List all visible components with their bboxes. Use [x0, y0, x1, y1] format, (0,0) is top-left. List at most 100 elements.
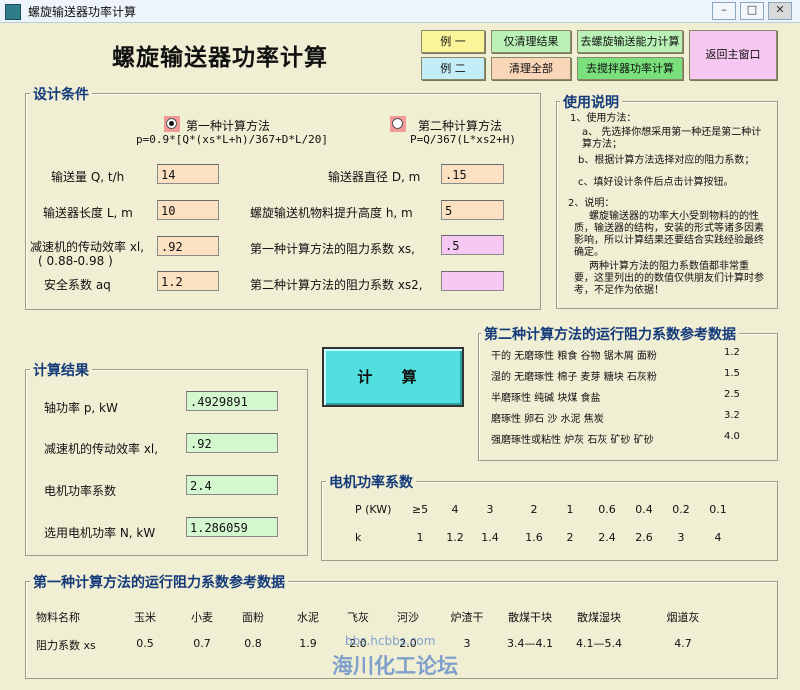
- safety-factor-input[interactable]: 1.2: [157, 271, 219, 291]
- throughput-label: 输送量 Q, t/h: [51, 170, 125, 184]
- help-legend: 使用说明: [560, 92, 622, 112]
- result-efficiency-label: 减速机的传动效率 xl,: [44, 442, 159, 456]
- safety-factor-label: 安全系数 aq: [44, 278, 111, 292]
- method1-formula: p=0.9*[Q*(xs*L+h)/367+D*L/20]: [136, 133, 329, 146]
- xs-header: 阻力系数 xs: [36, 639, 96, 652]
- material-name: 散煤干块: [508, 611, 552, 624]
- reducer-efficiency-input[interactable]: .92: [157, 236, 219, 256]
- window-title: 螺旋输送器功率计算: [28, 5, 137, 19]
- minimize-button[interactable]: –: [712, 2, 736, 20]
- ref2-row-value: 4.0: [724, 431, 740, 442]
- help-line-2: a、 先选择你想采用第一种还是第二种计算方法；: [582, 127, 762, 150]
- clear-results-button[interactable]: 仅清理结果: [491, 30, 571, 53]
- example-two-button[interactable]: 例 二: [421, 57, 485, 80]
- method1-label[interactable]: 第一种计算方法: [186, 117, 270, 134]
- ref2-row-text: 干的 无磨琢性 粮食 谷物 锯木屑 面粉: [491, 351, 657, 362]
- window-titlebar: 螺旋输送器功率计算 – □ ✕: [0, 0, 800, 23]
- p-value: 3: [486, 503, 494, 516]
- shaft-power-output: .4929891: [186, 391, 278, 411]
- method2-label[interactable]: 第二种计算方法: [418, 117, 502, 134]
- clear-all-button[interactable]: 清理全部: [491, 57, 571, 80]
- p-value: 0.4: [635, 503, 653, 516]
- motor-power-label: 选用电机功率 N, kW: [44, 526, 156, 540]
- method1-radio-highlight: [164, 116, 180, 132]
- material-name: 烟道灰: [666, 611, 700, 624]
- lift-height-input[interactable]: 5: [441, 200, 504, 220]
- material-name: 水泥: [297, 611, 319, 624]
- motor-power-output: 1.286059: [186, 517, 278, 537]
- k-value: 1.2: [446, 531, 464, 544]
- diameter-input[interactable]: .15: [441, 164, 504, 184]
- close-button[interactable]: ✕: [768, 2, 792, 20]
- maximize-button[interactable]: □: [740, 2, 764, 20]
- ref2-row-text: 湿的 无磨琢性 棉子 麦芽 糖块 石灰粉: [491, 372, 657, 383]
- xs-value: 0.8: [244, 637, 262, 650]
- results-legend: 计算结果: [30, 360, 92, 380]
- xs-input[interactable]: .5: [441, 235, 504, 255]
- method2-radio[interactable]: [392, 118, 403, 129]
- ref2-row-text: 强磨琢性或粘性 炉灰 石灰 矿砂 矿砂: [491, 435, 654, 446]
- p-value: 2: [530, 503, 538, 516]
- ref2-row-text: 磨琢性 卵石 沙 水泥 焦炭: [491, 414, 604, 425]
- motor-factor-output: 2.4: [186, 475, 278, 495]
- ref2-row-value: 3.2: [724, 410, 740, 421]
- length-label: 输送器长度 L, m: [43, 206, 133, 220]
- xs2-label: 第二种计算方法的阻力系数 xs2,: [250, 278, 423, 292]
- p-header: P (KW): [355, 503, 392, 516]
- back-main-button[interactable]: 返回主窗口: [689, 30, 777, 80]
- method2-formula: P=Q/367(L*xs2+H): [410, 133, 516, 146]
- ref2-row-value: 1.5: [724, 368, 740, 379]
- watermark-url: bbs.hcbbs.com: [345, 634, 436, 648]
- length-input[interactable]: 10: [157, 200, 219, 220]
- p-value: 1: [566, 503, 574, 516]
- help-line-7: 两种计算方法的阻力系数值都非常重要，这里列出的的数值仅供朋友们计算时参考，不足作…: [574, 261, 764, 296]
- material-name: 飞灰: [347, 611, 369, 624]
- k-value: 1.4: [481, 531, 499, 544]
- k-value: 1: [416, 531, 424, 544]
- material-name: 玉米: [134, 611, 156, 624]
- method1-radio[interactable]: [166, 118, 177, 129]
- example-one-button[interactable]: 例 一: [421, 30, 485, 53]
- ref1-legend: 第一种计算方法的运行阻力系数参考数据: [30, 572, 288, 592]
- xs-label: 第一种计算方法的阻力系数 xs,: [250, 242, 415, 256]
- xs-value: 0.7: [193, 637, 211, 650]
- k-value: 3: [677, 531, 685, 544]
- design-conditions-legend: 设计条件: [30, 84, 92, 104]
- calculate-button[interactable]: 计 算: [322, 347, 464, 407]
- material-name: 散煤湿块: [577, 611, 621, 624]
- motor-factor-label: 电机功率系数: [44, 484, 117, 498]
- shaft-power-label: 轴功率 p, kW: [44, 401, 118, 415]
- diameter-label: 输送器直径 D, m: [328, 170, 421, 184]
- xs-value: 4.1—5.4: [576, 637, 622, 650]
- xs-value: 0.5: [136, 637, 154, 650]
- p-value: 4: [451, 503, 459, 516]
- method2-radio-highlight: [390, 116, 406, 132]
- xs-value: 3.4—4.1: [507, 637, 553, 650]
- xs-value: 3: [463, 637, 471, 650]
- xs-value: 4.7: [674, 637, 692, 650]
- material-name: 面粉: [242, 611, 264, 624]
- p-value: 0.1: [709, 503, 727, 516]
- watermark-name: 海川化工论坛: [332, 654, 458, 678]
- help-line-1: 1、使用方法：: [570, 113, 637, 124]
- k-header: k: [355, 531, 362, 544]
- motor-factor-legend: 电机功率系数: [326, 472, 416, 492]
- k-value: 2.6: [635, 531, 653, 544]
- reducer-efficiency-range: ( 0.88-0.98 ): [38, 254, 113, 268]
- lift-height-label: 螺旋输送机物料提升高度 h, m: [250, 206, 413, 220]
- result-efficiency-output: .92: [186, 433, 278, 453]
- goto-capacity-button[interactable]: 去螺旋输送能力计算: [577, 30, 683, 53]
- p-value: ≥5: [411, 503, 429, 516]
- k-value: 2: [566, 531, 574, 544]
- xs2-input[interactable]: [441, 271, 504, 291]
- throughput-input[interactable]: 14: [157, 164, 219, 184]
- k-value: 4: [714, 531, 722, 544]
- app-icon: [5, 4, 21, 20]
- ref2-legend: 第二种计算方法的运行阻力系数参考数据: [481, 324, 739, 344]
- page-title: 螺旋输送器功率计算: [112, 44, 328, 71]
- xs-value: 1.9: [299, 637, 317, 650]
- motor-factor-group: [321, 481, 778, 561]
- goto-mixer-button[interactable]: 去搅拌器功率计算: [577, 57, 683, 80]
- p-value: 0.2: [672, 503, 690, 516]
- reducer-efficiency-label: 减速机的传动效率 xl,: [30, 240, 145, 254]
